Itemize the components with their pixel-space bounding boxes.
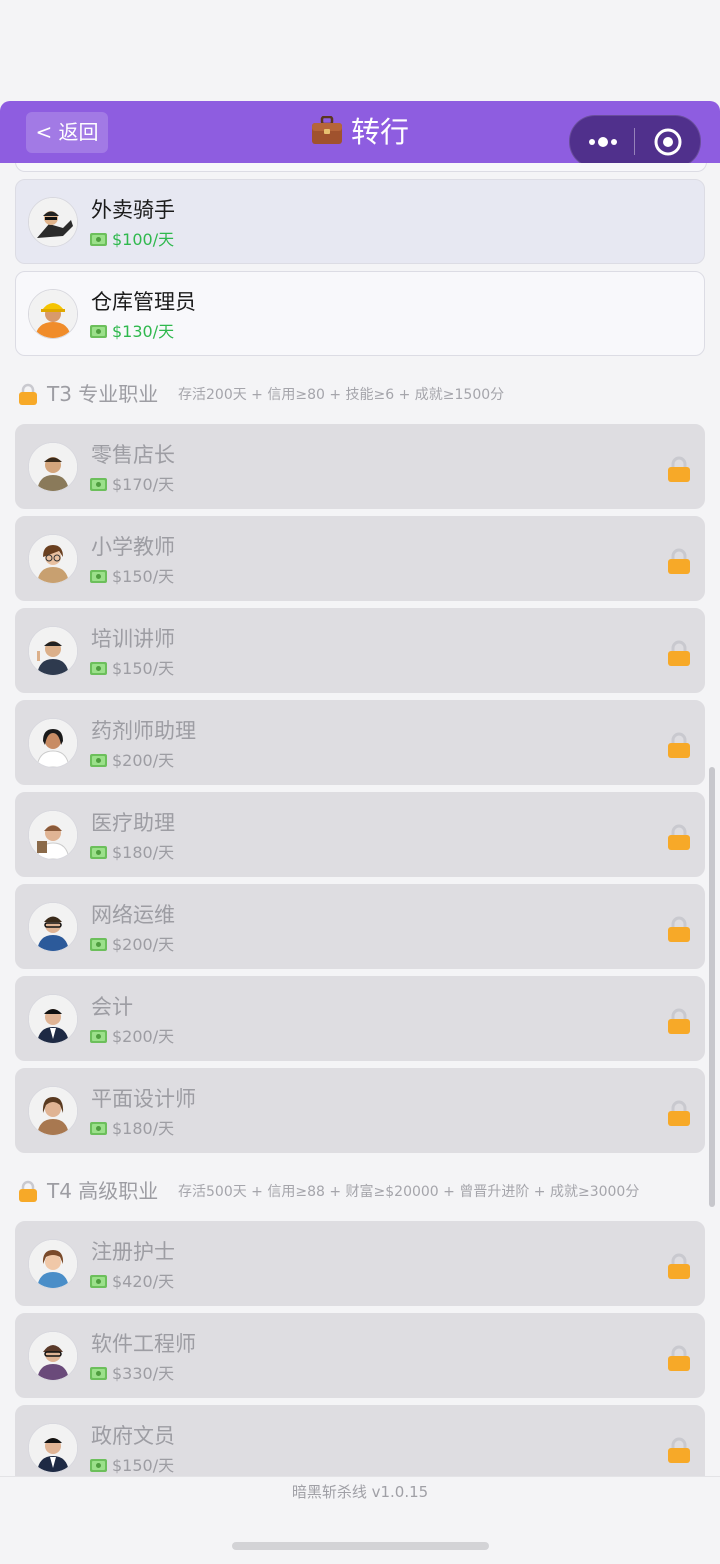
job-name: 平面设计师 xyxy=(91,1087,196,1111)
job-name: 外卖骑手 xyxy=(91,198,175,222)
medical-assistant-avatar xyxy=(28,810,78,860)
home-indicator[interactable] xyxy=(232,1542,489,1550)
money-icon xyxy=(90,478,107,491)
job-card-locked[interactable]: 软件工程师 $330/天 xyxy=(15,1313,705,1398)
job-name: 仓库管理员 xyxy=(91,290,196,314)
section-title: T4 高级职业 xyxy=(47,1179,159,1203)
job-name: 网络运维 xyxy=(91,903,175,927)
money-icon xyxy=(90,1367,107,1380)
job-name: 零售店长 xyxy=(91,443,175,467)
job-salary: $130/天 xyxy=(90,321,174,343)
nav-header: < 返回 转行 xyxy=(0,101,720,168)
job-salary: $150/天 xyxy=(90,658,174,680)
lock-icon xyxy=(668,1437,690,1463)
warehouse-keeper-avatar xyxy=(28,289,78,339)
money-icon xyxy=(90,325,107,338)
capsule-divider xyxy=(634,128,635,155)
lock-icon xyxy=(668,456,690,482)
job-card[interactable]: 外卖骑手 $100/天 xyxy=(15,179,705,264)
lock-icon xyxy=(668,1253,690,1279)
lock-icon xyxy=(668,1100,690,1126)
job-salary: $200/天 xyxy=(90,1026,174,1048)
partial-card xyxy=(15,163,707,172)
more-icon[interactable] xyxy=(586,130,620,154)
section-requirements: 存活500天 + 信用≥88 + 财富≥$20000 + 曾晋升进阶 + 成就≥… xyxy=(178,1184,640,1200)
trainer-avatar xyxy=(28,626,78,676)
scrollbar[interactable] xyxy=(709,767,715,1207)
lock-icon xyxy=(668,548,690,574)
accountant-avatar xyxy=(28,994,78,1044)
store-manager-avatar xyxy=(28,442,78,492)
job-card-locked[interactable]: 医疗助理 $180/天 xyxy=(15,792,705,877)
lock-icon xyxy=(668,824,690,850)
job-card-locked[interactable]: 会计 $200/天 xyxy=(15,976,705,1061)
job-salary: $330/天 xyxy=(90,1363,174,1385)
section-requirements: 存活200天 + 信用≥80 + 技能≥6 + 成就≥1500分 xyxy=(178,387,505,403)
job-card-locked[interactable]: 网络运维 $200/天 xyxy=(15,884,705,969)
footer-divider xyxy=(0,1476,720,1477)
job-name: 政府文员 xyxy=(91,1424,175,1448)
money-icon xyxy=(90,1459,107,1472)
job-name: 培训讲师 xyxy=(91,627,175,651)
money-icon xyxy=(90,1275,107,1288)
job-name: 注册护士 xyxy=(91,1240,175,1264)
job-salary: $180/天 xyxy=(90,842,174,864)
job-card-locked[interactable]: 药剂师助理 $200/天 xyxy=(15,700,705,785)
money-icon xyxy=(90,570,107,583)
money-icon xyxy=(90,233,107,246)
teacher-avatar xyxy=(28,534,78,584)
job-salary: $200/天 xyxy=(90,750,174,772)
page-title: 转行 xyxy=(350,115,409,149)
job-salary: $150/天 xyxy=(90,1455,174,1476)
graphic-designer-avatar xyxy=(28,1086,78,1136)
job-salary: $200/天 xyxy=(90,934,174,956)
version-label: 暗黑斩杀线 v1.0.15 xyxy=(291,1483,429,1501)
job-list[interactable]: 外卖骑手 $100/天 仓库管理员 $130/天 T3 专业职业 存活200天 … xyxy=(0,163,720,1476)
job-salary: $420/天 xyxy=(90,1271,174,1293)
job-name: 会计 xyxy=(91,995,133,1019)
job-card-locked[interactable]: 零售店长 $170/天 xyxy=(15,424,705,509)
job-card-locked[interactable]: 平面设计师 $180/天 xyxy=(15,1068,705,1153)
money-icon xyxy=(90,662,107,675)
government-clerk-avatar xyxy=(28,1423,78,1473)
section-header-t4: T4 高级职业 存活500天 + 信用≥88 + 财富≥$20000 + 曾晋升… xyxy=(18,1176,708,1206)
job-salary: $100/天 xyxy=(90,229,174,251)
software-engineer-avatar xyxy=(28,1331,78,1381)
job-name: 软件工程师 xyxy=(91,1332,196,1356)
job-salary: $150/天 xyxy=(90,566,174,588)
job-name: 药剂师助理 xyxy=(91,719,196,743)
close-miniprogram-icon[interactable] xyxy=(653,127,683,157)
job-card[interactable]: 仓库管理员 $130/天 xyxy=(15,271,705,356)
section-header-t3: T3 专业职业 存活200天 + 信用≥80 + 技能≥6 + 成就≥1500分 xyxy=(18,379,708,409)
lock-icon xyxy=(668,732,690,758)
money-icon xyxy=(90,1122,107,1135)
section-title: T3 专业职业 xyxy=(47,382,159,406)
briefcase-icon xyxy=(311,115,343,157)
job-card-locked[interactable]: 政府文员 $150/天 xyxy=(15,1405,705,1476)
money-icon xyxy=(90,1030,107,1043)
job-card-locked[interactable]: 注册护士 $420/天 xyxy=(15,1221,705,1306)
job-salary: $170/天 xyxy=(90,474,174,496)
job-card-locked[interactable]: 小学教师 $150/天 xyxy=(15,516,705,601)
job-name: 医疗助理 xyxy=(91,811,175,835)
job-name: 小学教师 xyxy=(91,535,175,559)
lock-icon xyxy=(19,1180,37,1202)
job-card-locked[interactable]: 培训讲师 $150/天 xyxy=(15,608,705,693)
lock-icon xyxy=(668,640,690,666)
mini-program-capsule xyxy=(569,115,701,168)
money-icon xyxy=(90,938,107,951)
nurse-avatar xyxy=(28,1239,78,1289)
lock-icon xyxy=(668,916,690,942)
pharmacist-assistant-avatar xyxy=(28,718,78,768)
lock-icon xyxy=(19,383,37,405)
network-ops-avatar xyxy=(28,902,78,952)
lock-icon xyxy=(668,1008,690,1034)
lock-icon xyxy=(668,1345,690,1371)
money-icon xyxy=(90,846,107,859)
job-salary: $180/天 xyxy=(90,1118,174,1140)
courier-avatar xyxy=(28,197,78,247)
money-icon xyxy=(90,754,107,767)
